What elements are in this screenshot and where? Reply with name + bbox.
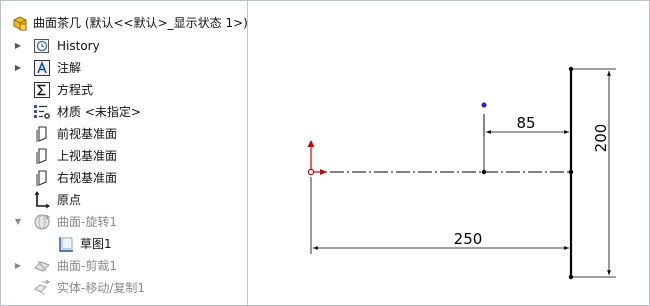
- annotations-icon: [33, 59, 51, 77]
- tree-item-label: 右视基准面: [57, 171, 118, 185]
- dimension-200-label[interactable]: 200: [592, 124, 610, 153]
- tree-item-label: 材质 <未指定>: [57, 105, 141, 119]
- tree-item-surface-trim[interactable]: ▶ 曲面-剪裁1: [1, 256, 247, 276]
- tree-item-top-plane[interactable]: 上视基准面: [1, 146, 247, 166]
- tree-item-label: 注解: [57, 61, 82, 75]
- endpoint-top[interactable]: [568, 66, 574, 72]
- plane-icon: [33, 169, 51, 187]
- revolve-surface-icon: [33, 213, 51, 231]
- sketch-canvas[interactable]: 85 200 250: [248, 1, 649, 305]
- tree-item-annotations[interactable]: ▶ 注解: [1, 58, 247, 78]
- tree-item-label: 上视基准面: [57, 149, 118, 163]
- tree-item-label: 方程式: [57, 83, 94, 97]
- window-frame: 曲面茶几 (默认<<默认>_显示状态 1>) ▶ History ▶ 注解 方程…: [0, 0, 650, 306]
- origin-icon[interactable]: [307, 140, 328, 176]
- tree-item-right-plane[interactable]: 右视基准面: [1, 168, 247, 188]
- tree-item-material[interactable]: 材质 <未指定>: [1, 102, 247, 122]
- plane-icon: [33, 147, 51, 165]
- equations-icon: [33, 81, 51, 99]
- tree-item-sketch1[interactable]: 草图1: [1, 234, 247, 254]
- tree-item-label: 草图1: [80, 237, 112, 251]
- move-copy-body-icon: [33, 279, 51, 297]
- trim-surface-icon: [33, 257, 51, 275]
- collapse-arrow-icon[interactable]: ▼: [14, 217, 22, 227]
- graphics-area[interactable]: 85 200 250: [248, 1, 649, 305]
- expand-arrow-icon[interactable]: ▶: [14, 63, 22, 73]
- dimension-250[interactable]: 250: [310, 177, 572, 254]
- tree-item-surface-revolve[interactable]: ▼ 曲面-旋转1: [1, 212, 247, 232]
- tree-item-origin[interactable]: 原点: [1, 190, 247, 210]
- material-icon: [33, 103, 51, 121]
- sketch-point-blue[interactable]: [481, 102, 487, 108]
- dimension-85[interactable]: 85: [483, 114, 569, 136]
- part-icon: [11, 14, 29, 32]
- tree-item-front-plane[interactable]: 前视基准面: [1, 124, 247, 144]
- expand-arrow-icon[interactable]: ▶: [14, 261, 22, 271]
- origin-icon: [33, 191, 51, 209]
- tree-root-part[interactable]: 曲面茶几 (默认<<默认>_显示状态 1>): [1, 13, 248, 33]
- tree-item-history[interactable]: ▶ History: [1, 36, 247, 56]
- tree-item-label: 实体-移动/复制1: [57, 281, 146, 295]
- sketch-icon: [57, 235, 75, 253]
- history-icon: [33, 37, 51, 55]
- sketch-point[interactable]: [481, 169, 487, 175]
- root-label: 曲面茶几 (默认<<默认>_显示状态 1>): [33, 16, 248, 30]
- feature-manager-tree: 曲面茶几 (默认<<默认>_显示状态 1>) ▶ History ▶ 注解 方程…: [1, 1, 248, 305]
- dimension-200[interactable]: 200: [573, 68, 616, 278]
- tree-item-label: 原点: [57, 193, 82, 207]
- tree-item-label: 前视基准面: [57, 127, 118, 141]
- tree-item-move-copy-body[interactable]: 实体-移动/复制1: [1, 278, 247, 298]
- dimension-250-label[interactable]: 250: [454, 230, 483, 248]
- plane-icon: [33, 125, 51, 143]
- tree-item-label: 曲面-旋转1: [57, 215, 117, 229]
- dimension-85-label[interactable]: 85: [516, 114, 535, 132]
- endpoint-middle[interactable]: [568, 169, 574, 175]
- endpoint-bottom[interactable]: [568, 274, 574, 280]
- tree-item-label: History: [57, 39, 100, 53]
- tree-item-label: 曲面-剪裁1: [57, 259, 117, 273]
- expand-arrow-icon[interactable]: ▶: [14, 41, 22, 51]
- tree-item-equations[interactable]: 方程式: [1, 80, 247, 100]
